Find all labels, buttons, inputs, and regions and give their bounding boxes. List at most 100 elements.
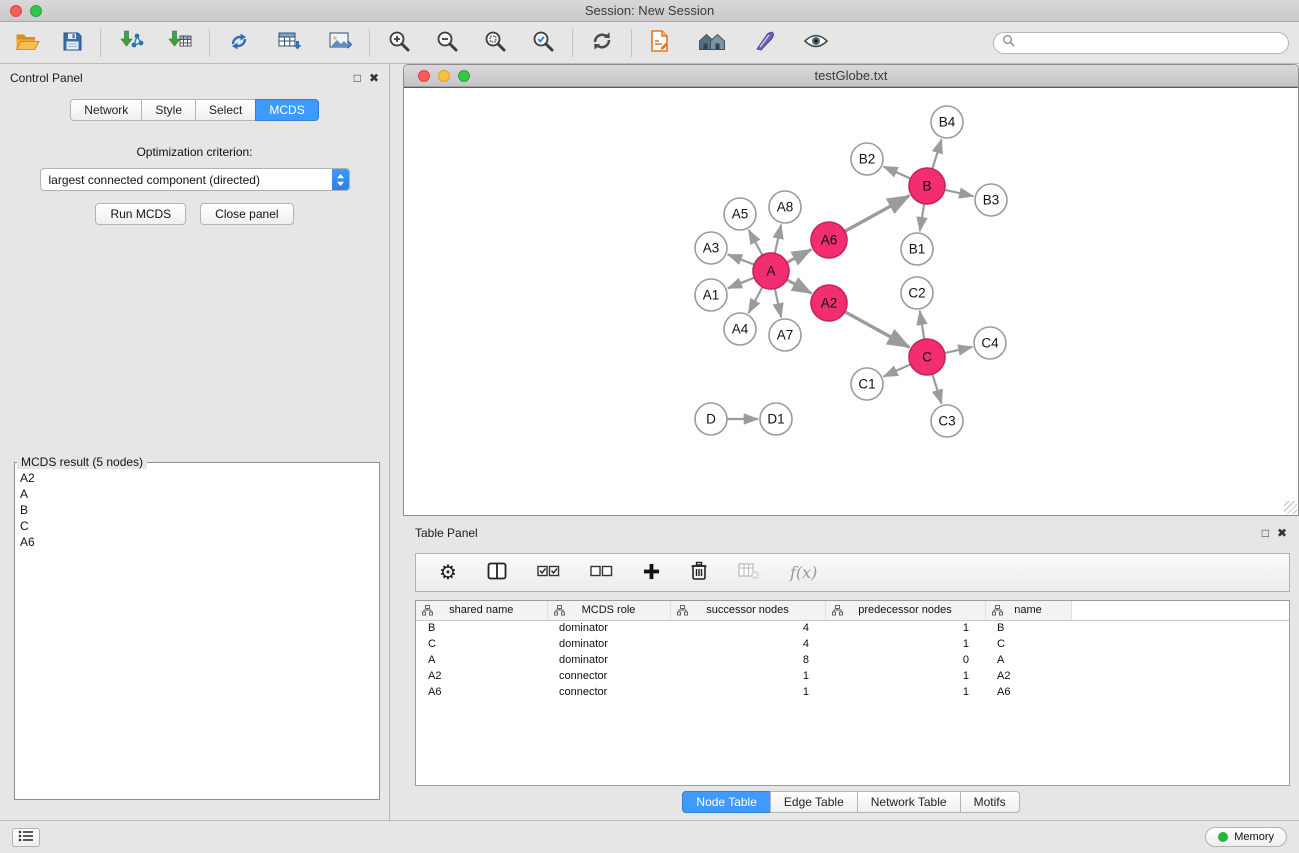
import-network-button[interactable] [115, 28, 147, 58]
select-all-rows-button[interactable] [534, 561, 563, 584]
graph-node-B1[interactable]: B1 [901, 233, 933, 265]
tab-select[interactable]: Select [195, 99, 256, 121]
table-row[interactable]: A6connector11A6 [416, 684, 1289, 700]
table-cell[interactable]: A2 [416, 668, 547, 684]
graph-node-B2[interactable]: B2 [851, 143, 883, 175]
table-cell[interactable]: A [985, 652, 1071, 668]
column-header[interactable]: predecessor nodes [825, 601, 985, 620]
show-columns-button[interactable] [484, 560, 510, 585]
graph-node-C2[interactable]: C2 [901, 277, 933, 309]
table-cell[interactable]: dominator [547, 620, 670, 636]
table-row[interactable]: Cdominator41C [416, 636, 1289, 652]
graph-node-B4[interactable]: B4 [931, 106, 963, 138]
table-cell[interactable]: dominator [547, 636, 670, 652]
table-settings-button[interactable]: ⚙ [436, 561, 460, 585]
table-cell[interactable]: 1 [825, 668, 985, 684]
import-table-button[interactable] [163, 28, 195, 58]
graph-edge-A-A8[interactable] [775, 225, 781, 254]
tab-network[interactable]: Network [70, 99, 142, 121]
table-cell[interactable]: B [985, 620, 1071, 636]
tab-mcds[interactable]: MCDS [255, 99, 318, 121]
graph-node-A5[interactable]: A5 [724, 198, 756, 230]
export-table-button[interactable] [274, 28, 305, 57]
annotation-pen-button[interactable] [750, 27, 780, 58]
graph-node-B[interactable]: B [909, 168, 945, 204]
table-cell[interactable]: B [416, 620, 547, 636]
graph-edge-A2-C[interactable] [845, 312, 910, 348]
table-cell[interactable]: A [416, 652, 547, 668]
zoom-fit-button[interactable] [480, 27, 510, 58]
table-cell[interactable]: 1 [670, 668, 825, 684]
function-builder-button[interactable]: f(x) [787, 561, 820, 584]
tab-node-table[interactable]: Node Table [682, 791, 771, 813]
table-cell[interactable]: 1 [825, 620, 985, 636]
table-cell[interactable]: 0 [825, 652, 985, 668]
graph-node-C3[interactable]: C3 [931, 405, 963, 437]
mcds-result-item[interactable]: A2 [20, 470, 374, 486]
graph-edge-B-B1[interactable] [920, 204, 924, 231]
table-cell[interactable]: C [416, 636, 547, 652]
graph-edge-A-A2[interactable] [787, 280, 812, 294]
task-history-button[interactable] [12, 828, 40, 847]
graph-node-B3[interactable]: B3 [975, 184, 1007, 216]
graph-edge-A-A1[interactable] [728, 278, 755, 289]
column-header[interactable]: shared name [416, 601, 547, 620]
tab-style[interactable]: Style [141, 99, 196, 121]
zoom-in-button[interactable] [384, 27, 414, 58]
graph-node-D1[interactable]: D1 [760, 403, 792, 435]
graph-node-C1[interactable]: C1 [851, 368, 883, 400]
graph-node-A7[interactable]: A7 [769, 319, 801, 351]
tab-motifs[interactable]: Motifs [960, 791, 1020, 813]
memory-button[interactable]: Memory [1205, 827, 1287, 847]
table-cell[interactable]: dominator [547, 652, 670, 668]
document-button[interactable] [646, 27, 674, 58]
table-cell[interactable]: 1 [825, 636, 985, 652]
add-column-button[interactable] [640, 561, 663, 585]
table-cell[interactable]: 8 [670, 652, 825, 668]
zoom-out-button[interactable] [432, 27, 462, 58]
table-row[interactable]: Adominator80A [416, 652, 1289, 668]
delete-column-button[interactable] [687, 559, 711, 586]
table-cell[interactable]: 1 [825, 684, 985, 700]
eye-button[interactable] [800, 30, 832, 55]
graph-edge-B-B4[interactable] [932, 139, 941, 169]
graph-edge-A6-B[interactable] [845, 196, 910, 232]
graph-node-D[interactable]: D [695, 403, 727, 435]
mcds-result-item[interactable]: B [20, 502, 374, 518]
graph-edge-A-A7[interactable] [775, 289, 781, 318]
export-image-button[interactable] [325, 28, 355, 57]
graph-edge-B-B2[interactable] [883, 166, 910, 178]
column-header[interactable]: name [985, 601, 1071, 620]
graph-edge-B-B3[interactable] [945, 190, 974, 196]
graph-node-A3[interactable]: A3 [695, 232, 727, 264]
float-table-panel-icon[interactable]: □ [1262, 527, 1269, 539]
table-cell[interactable]: A2 [985, 668, 1071, 684]
graph-node-C[interactable]: C [909, 339, 945, 375]
resize-grip-icon[interactable] [1284, 501, 1297, 514]
graph-node-A1[interactable]: A1 [695, 279, 727, 311]
graph-node-A8[interactable]: A8 [769, 191, 801, 223]
refresh-layout-button[interactable] [587, 27, 617, 58]
graph-edge-C-C2[interactable] [920, 311, 924, 339]
tab-edge-table[interactable]: Edge Table [770, 791, 858, 813]
graph-edge-A-A5[interactable] [749, 230, 763, 255]
column-header[interactable]: MCDS role [547, 601, 670, 620]
close-panel-button[interactable]: Close panel [200, 203, 293, 225]
network-canvas[interactable]: B4B2BB3A5A8A6A3B1AC2A1A2A4A7C4CC1C3DD1 [404, 87, 1298, 515]
table-row[interactable]: Bdominator41B [416, 620, 1289, 636]
graph-node-C4[interactable]: C4 [974, 327, 1006, 359]
table-cell[interactable]: C [985, 636, 1071, 652]
close-table-panel-icon[interactable]: ✖ [1277, 527, 1287, 539]
float-panel-icon[interactable]: □ [354, 72, 361, 84]
table-cell[interactable]: connector [547, 684, 670, 700]
table-cell[interactable]: connector [547, 668, 670, 684]
graph-edge-C-C4[interactable] [945, 347, 973, 353]
zoom-selected-button[interactable] [528, 27, 558, 58]
mcds-result-item[interactable]: C [20, 518, 374, 534]
table-cell[interactable]: A6 [985, 684, 1071, 700]
table-cell[interactable]: 4 [670, 620, 825, 636]
graph-edge-A-A6[interactable] [787, 249, 811, 262]
graph-node-A4[interactable]: A4 [724, 313, 756, 345]
home-button[interactable] [694, 28, 730, 57]
delete-table-button[interactable] [735, 560, 763, 585]
